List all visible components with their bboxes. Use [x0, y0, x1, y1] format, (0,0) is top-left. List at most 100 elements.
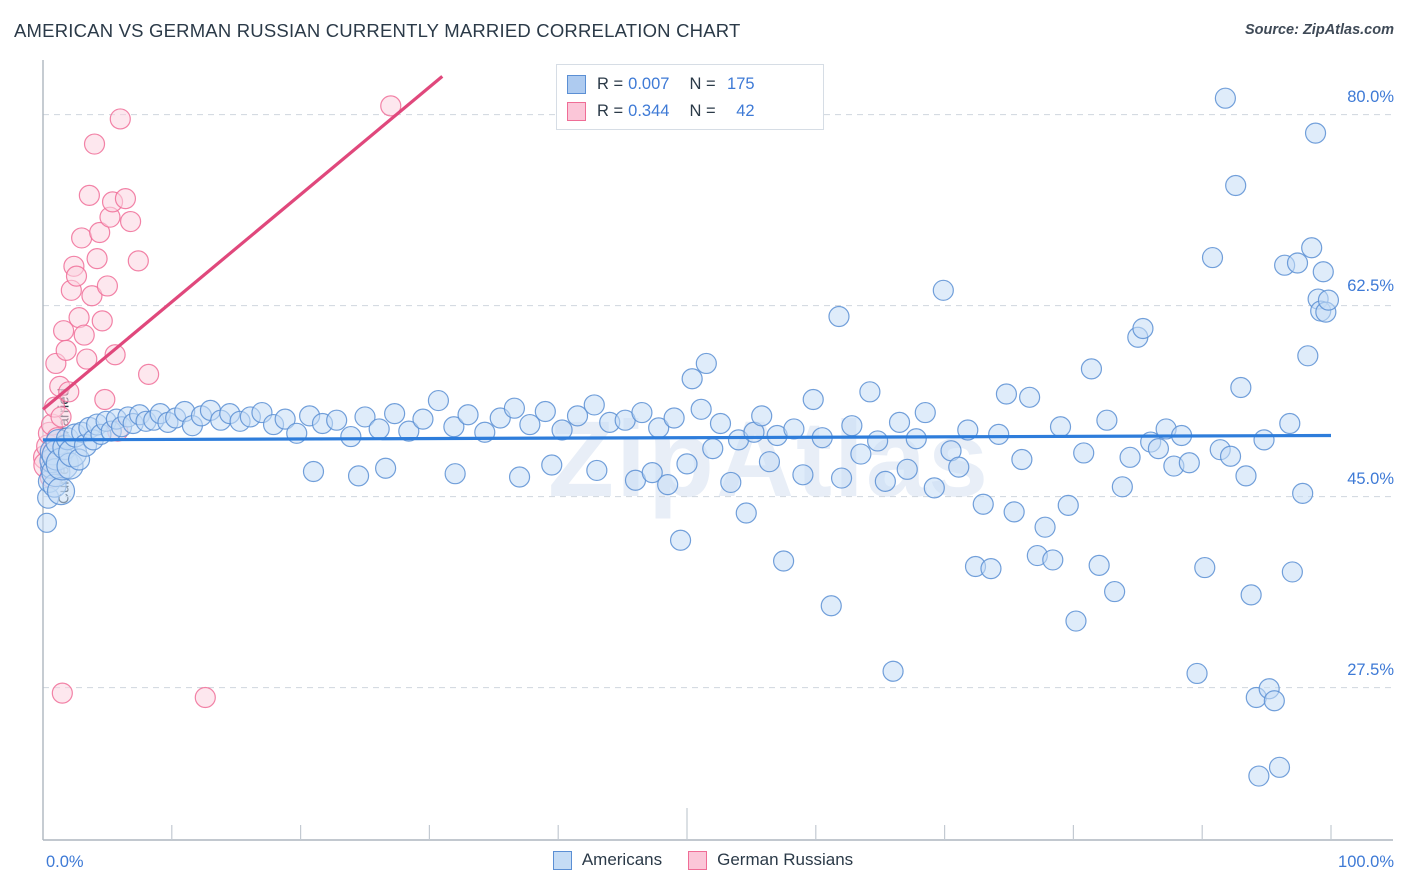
data-point — [735, 502, 757, 524]
data-point — [1073, 442, 1095, 464]
data-point — [859, 381, 881, 403]
data-point — [78, 184, 100, 206]
data-point — [1248, 765, 1270, 787]
data-point — [1292, 482, 1314, 504]
plot-area — [32, 60, 1393, 841]
data-point — [1178, 452, 1200, 474]
data-point — [36, 512, 57, 533]
data-point — [1286, 252, 1309, 274]
data-point — [1219, 445, 1242, 467]
data-point — [412, 408, 434, 430]
legend-label-german-russians: German Russians — [717, 850, 854, 869]
americans-swatch-icon — [552, 850, 572, 870]
scatter-points-german-russians — [32, 95, 402, 709]
data-point — [681, 368, 703, 390]
data-point — [1003, 501, 1025, 523]
data-point — [1186, 662, 1208, 685]
data-point — [384, 403, 406, 425]
y-tick-label-62-5: 62.5% — [1347, 277, 1394, 295]
data-point — [1279, 412, 1301, 435]
data-point — [1011, 448, 1033, 471]
data-point — [1301, 237, 1323, 259]
data-point — [1194, 556, 1216, 579]
data-point — [1304, 122, 1327, 144]
data-point — [1253, 429, 1275, 451]
data-point — [1317, 289, 1340, 311]
data-point — [127, 250, 149, 272]
legend-item-americans[interactable]: Americans — [552, 850, 663, 870]
trendline-americans — [42, 433, 1332, 442]
series-legend: Americans German Russians — [0, 850, 1406, 870]
data-point — [91, 310, 113, 332]
x-axis-ticks — [171, 808, 1332, 840]
data-point — [841, 415, 863, 437]
data-point — [896, 458, 918, 480]
data-point — [1065, 610, 1087, 632]
y-tick-label-80: 80.0% — [1347, 88, 1394, 106]
data-point — [368, 418, 390, 440]
data-point — [50, 406, 72, 428]
data-point — [94, 388, 116, 411]
data-point — [980, 558, 1002, 580]
legend-label-americans: Americans — [581, 850, 663, 869]
data-point — [119, 210, 142, 233]
data-point — [1034, 516, 1056, 538]
data-point — [1214, 87, 1236, 109]
data-point — [1049, 416, 1072, 438]
correlation-stats-legend: R = 0.007 N = 175 R = 0.344 N = 42 — [556, 64, 824, 130]
data-point — [663, 407, 685, 429]
data-point — [1080, 358, 1103, 380]
data-point — [888, 411, 911, 433]
data-point — [68, 307, 90, 329]
data-point — [631, 401, 653, 424]
data-point — [46, 477, 76, 506]
data-point — [988, 423, 1010, 446]
n-label-german-russians: N = — [689, 102, 716, 120]
data-point — [669, 529, 692, 551]
data-point — [830, 467, 853, 489]
data-point — [676, 453, 698, 475]
data-point — [1201, 246, 1224, 269]
data-point — [1297, 345, 1319, 367]
data-point — [1132, 317, 1154, 340]
data-point — [375, 457, 397, 479]
data-point — [1281, 561, 1303, 583]
data-point — [1240, 584, 1262, 606]
trendline-pink — [41, 75, 444, 411]
data-point — [194, 686, 216, 709]
data-point — [326, 409, 348, 431]
data-point — [1119, 446, 1141, 468]
data-point — [340, 425, 362, 448]
data-point — [1312, 261, 1334, 283]
data-point — [882, 660, 904, 682]
data-point — [695, 352, 717, 375]
data-point — [83, 133, 106, 155]
data-point — [948, 456, 970, 478]
data-point — [534, 400, 556, 423]
data-point — [1225, 174, 1247, 197]
data-point — [109, 108, 131, 130]
data-point — [820, 595, 842, 617]
data-point — [444, 463, 466, 485]
stats-row-german-russians: R = 0.344 N = 42 — [567, 98, 813, 125]
data-point — [138, 363, 160, 385]
y-tick-label-27-5: 27.5% — [1347, 661, 1394, 679]
blue-swatch-icon — [567, 75, 586, 94]
r-label-americans: R = — [597, 75, 624, 93]
data-point — [709, 412, 732, 435]
data-point — [51, 682, 73, 704]
data-point — [850, 443, 872, 465]
y-tick-label-45: 45.0% — [1347, 470, 1394, 488]
data-point — [86, 248, 108, 270]
data-point — [541, 454, 563, 476]
data-point — [1147, 437, 1170, 460]
data-point — [96, 275, 119, 297]
data-point — [1057, 494, 1079, 516]
data-point — [867, 430, 889, 452]
data-point — [758, 451, 781, 473]
legend-item-german-russians[interactable]: German Russians — [688, 850, 853, 870]
data-point — [905, 428, 927, 450]
data-point — [73, 324, 95, 346]
correlation-chart: AMERICAN VS GERMAN RUSSIAN CURRENTLY MAR… — [0, 0, 1406, 892]
n-value-americans: 175 — [727, 75, 755, 93]
